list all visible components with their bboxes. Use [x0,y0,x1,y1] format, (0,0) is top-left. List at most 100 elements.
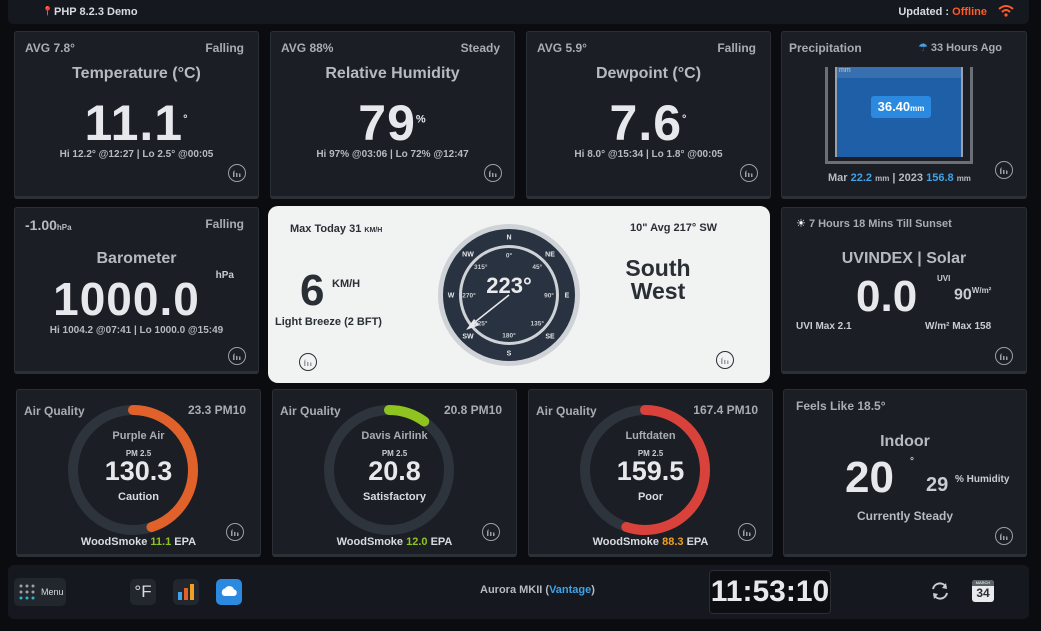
air-quality-card: Air Quality 167.4 PM10 Luftdaten PM 2.5 159.… [528,389,773,557]
precipitation-ago: ☂ 33 Hours Ago [917,42,1002,54]
sunset-info: ☀ 7 Hours 18 Mins Till Sunset [796,218,952,230]
bar-chart-icon [178,584,194,600]
chart-icon[interactable] [738,523,756,541]
chart-icon[interactable] [716,351,734,369]
aq-value: 159.5 [616,456,685,486]
menu-label: Menu [41,587,64,597]
temperature-value: 11.1° [84,95,189,151]
dewpoint-card: AVG 5.9° Falling Dewpoint (°C) 7.6° Hi 8… [526,31,771,199]
humidity-value: 79% [358,95,427,151]
wind-card: Max Today 31 KM/H 10" Avg 217° SW 6 KM/H… [268,206,770,383]
air-quality-card: Air Quality 23.3 PM10 Purple Air PM 2.5 130.… [16,389,261,557]
chart-icon[interactable] [482,523,500,541]
chart-icon[interactable] [995,527,1013,545]
compass-degree: 225° [474,320,488,328]
compass-letter: NE [545,251,555,258]
dewpoint-value: 7.6° [609,95,688,151]
rain-gauge: mm 36.40mm [825,67,973,164]
updated-status: Updated : Offline [898,6,987,18]
aq-source: Luftdaten [625,430,676,442]
sun-icon: ☀ [796,218,806,230]
humidity-card: AVG 88% Steady Relative Humidity 79% Hi … [270,31,515,199]
menu-button[interactable]: Menu [14,578,66,606]
barometer-card: -1.00hPa Falling Barometer 1000.0 hPa Hi… [14,207,259,374]
aq-value: 130.3 [104,456,173,486]
chart-icon[interactable] [995,161,1013,179]
humidity-title: Relative Humidity [325,65,460,82]
chart-icon[interactable] [226,523,244,541]
wind-avg: 10" Avg 217° SW [630,222,718,234]
indoor-humidity: 29 [926,474,949,496]
uv-value: 0.0 [856,272,918,321]
barometer-title: Barometer [96,250,177,267]
solar-value: 90W/m² [954,286,992,304]
indoor-title: Indoor [880,433,930,450]
version-label: PHP 8.2.3 Demo [54,6,138,18]
dewpoint-stats: Hi 8.0° @15:34 | Lo 1.8° @00:05 [574,149,723,160]
aq-source: Davis Airlink [361,430,428,442]
unit-toggle-button[interactable]: °F [130,579,156,605]
clock: 11:53:10 [709,570,831,614]
indoor-humidity-label: % Humidity [955,474,1010,485]
feels-like: Feels Like 18.5° [796,399,886,413]
compass-letter: SW [462,334,474,341]
barometer-unit: hPa [215,270,234,281]
chart-icon[interactable] [484,164,502,182]
wind-max-today: Max Today 31 KM/H [290,223,383,235]
humidity-stats: Hi 97% @03:06 | Lo 72% @12:47 [316,149,469,160]
gauge-scale-unit: mm [839,67,851,74]
woodsmoke-info: WoodSmoke 11.1 EPA [80,536,197,548]
grid-icon [19,584,35,600]
dewpoint-avg: AVG 5.9° [537,41,587,55]
indoor-card: Feels Like 18.5° Indoor 20 ° 29 % Humidi… [783,389,1027,557]
calendar-day: 34 [976,586,990,600]
calendar-button[interactable]: MARCH 34 [972,580,994,602]
aq-value: 20.8 [368,456,421,486]
solar-max: W/m² Max 158 [925,321,992,332]
station-info: Aurora MKII (Vantage) [480,584,595,596]
weather-button[interactable] [216,579,242,605]
chart-icon[interactable] [995,347,1013,365]
chart-icon[interactable] [228,164,246,182]
chart-icon[interactable] [299,353,317,371]
wifi-icon[interactable] [997,3,1015,19]
aq-status: Satisfactory [363,491,426,503]
indoor-temperature: 20 [845,453,894,502]
umbrella-icon: ☂ [917,42,928,54]
aq-status: Caution [118,491,159,503]
wind-speed-unit: KM/H [332,278,361,290]
chart-icon[interactable] [740,164,758,182]
dewpoint-title: Dewpoint (°C) [595,65,702,82]
temperature-card: AVG 7.8° Falling Temperature (°C) 11.1° … [14,31,259,199]
humidity-trend: Steady [460,41,500,55]
compass-letter: SE [545,334,555,341]
humidity-avg: AVG 88% [281,41,334,55]
dewpoint-trend: Falling [717,41,756,55]
temperature-stats: Hi 12.2° @12:27 | Lo 2.5° @00:05 [59,149,214,160]
station-link[interactable]: Vantage [549,584,591,596]
compass-degree: 135° [531,320,545,328]
charts-button[interactable] [173,579,199,605]
compass-degree: 180° [502,331,516,339]
chart-icon[interactable] [228,347,246,365]
indoor-temp-unit: ° [910,456,914,467]
barometer-change: -1.00hPa [25,217,72,233]
uv-max: UVI Max 2.1 [796,321,852,332]
refresh-icon[interactable] [929,580,951,602]
top-bar: 📍 PHP 8.2.3 Demo Updated : Offline [8,0,1029,24]
bottom-bar: Menu °F Aurora MKII (Vantage) 11:53:10 M… [8,565,1029,619]
offline-status: Offline [952,6,987,18]
compass-degree: 0° [506,251,513,259]
wind-direction-degrees: 223° [486,273,532,298]
uv-unit: UVI [937,274,951,283]
air-quality-card: Air Quality 20.8 PM10 Davis Airlink PM 2.5 2… [272,389,517,557]
precipitation-card: Precipitation ☂ 33 Hours Ago mm 36.40mm … [781,31,1027,199]
aq-source: Purple Air [112,430,165,442]
compass-letter: NW [462,251,474,258]
compass-letter: N [506,235,511,242]
temperature-title: Temperature (°C) [72,65,201,82]
temperature-avg: AVG 7.8° [25,41,75,55]
compass-degree: 45° [532,263,542,271]
temperature-trend: Falling [205,41,244,55]
indoor-status: Currently Steady [856,509,954,523]
